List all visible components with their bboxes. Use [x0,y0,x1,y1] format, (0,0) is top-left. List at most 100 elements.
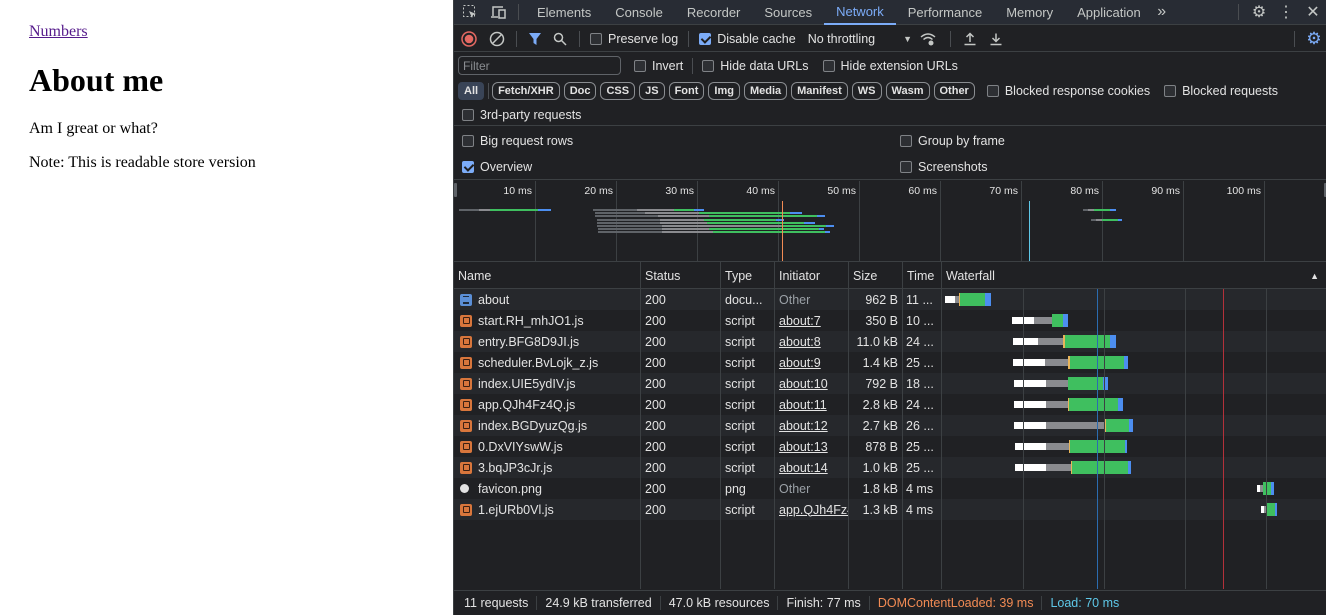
request-name-cell[interactable]: index.BGDyuzQg.js [454,415,640,436]
timeline-overview[interactable]: 10 ms 20 ms 30 ms 40 ms 50 ms 60 ms 70 ms 80 ms… [454,181,1326,262]
waterfall-gridline [1266,289,1268,589]
table-row[interactable]: entry.BFG8D9JI.js 200 script about:8 11.… [454,331,1326,352]
request-name-cell[interactable]: 1.ejURb0Vl.js [454,499,640,520]
type-filter-css[interactable]: CSS [600,82,636,100]
export-har-icon[interactable] [983,32,1009,46]
big-request-rows-checkbox[interactable]: Big request rows [462,134,573,148]
initiator-cell[interactable]: about:10 [775,373,848,394]
search-icon[interactable] [547,32,573,46]
initiator-cell[interactable]: app.QJh4Fz4Q.js [775,499,848,520]
size-cell: 1.0 kB [862,460,898,475]
network-settings-gear-icon[interactable]: ⚙ [1301,29,1326,49]
request-name-cell[interactable]: about [454,289,640,310]
third-party-requests-checkbox[interactable]: 3rd-party requests [462,108,581,122]
checkbox-box [462,161,474,173]
initiator-cell[interactable]: about:13 [775,436,848,457]
device-toolbar-icon[interactable] [486,4,512,20]
table-row[interactable]: 0.DxVIYswW.js 200 script about:13 878 B … [454,436,1326,457]
type-filter-fetch-xhr[interactable]: Fetch/XHR [492,82,560,100]
initiator-cell[interactable]: about:9 [775,352,848,373]
close-devtools-icon[interactable]: ✕ [1299,2,1326,22]
request-name: index.UIE5ydIV.js [478,376,576,391]
request-name-cell[interactable]: scheduler.BvLojk_z.js [454,352,640,373]
column-header-type[interactable]: Type [721,262,775,289]
type-filter-manifest[interactable]: Manifest [791,82,848,100]
clear-icon[interactable] [484,31,510,47]
table-row[interactable]: 3.bqJP3cJr.js 200 script about:14 1.0 kB… [454,457,1326,478]
screenshots-checkbox[interactable]: Screenshots [900,160,987,174]
hide-extension-urls-checkbox[interactable]: Hide extension URLs [822,59,958,73]
column-header-initiator[interactable]: Initiator [775,262,849,289]
column-header-time[interactable]: Time [903,262,942,289]
group-by-frame-checkbox[interactable]: Group by frame [900,134,1005,148]
request-name-cell[interactable]: favicon.png [454,478,640,499]
type-filter-other[interactable]: Other [933,82,975,100]
column-header-size[interactable]: Size [849,262,903,289]
table-row[interactable]: start.RH_mhJO1.js 200 script about:7 350… [454,310,1326,331]
tab-elements[interactable]: Elements [525,0,603,25]
more-tabs-icon[interactable]: » [1153,3,1171,21]
column-header-name[interactable]: Name [454,262,641,289]
disable-cache-checkbox[interactable]: Disable cache [699,32,796,46]
throttling-select[interactable]: No throttling ▼ [808,32,912,46]
table-row[interactable]: 1.ejURb0Vl.js 200 script app.QJh4Fz4Q.js… [454,499,1326,520]
hide-data-urls-checkbox[interactable]: Hide data URLs [702,59,809,73]
import-har-icon[interactable] [957,31,983,46]
network-conditions-icon[interactable] [912,31,944,47]
request-name-cell[interactable]: 0.DxVIYswW.js [454,436,640,457]
initiator-cell[interactable]: about:14 [775,457,848,478]
table-row[interactable]: index.BGDyuzQg.js 200 script about:12 2.… [454,415,1326,436]
overview-bar-segment [598,231,662,234]
table-row[interactable]: scheduler.BvLojk_z.js 200 script about:9… [454,352,1326,373]
initiator-cell[interactable]: about:12 [775,415,848,436]
more-options-icon[interactable]: ⋮ [1273,2,1299,22]
inspect-element-icon[interactable] [454,4,486,20]
preserve-log-checkbox[interactable]: Preserve log [590,32,678,46]
column-header-status[interactable]: Status [641,262,721,289]
overview-tick-label: 80 ms [1070,185,1099,197]
table-row[interactable]: index.UIE5ydIV.js 200 script about:10 79… [454,373,1326,394]
invert-checkbox[interactable]: Invert [634,59,683,73]
type-filter-ws[interactable]: WS [851,82,882,100]
type-filter-media[interactable]: Media [743,82,788,100]
filter-icon[interactable] [523,32,547,46]
request-name-cell[interactable]: app.QJh4Fz4Q.js [454,394,640,415]
request-name-cell[interactable]: index.UIE5ydIV.js [454,373,640,394]
column-header-waterfall[interactable]: Waterfall ▲ [942,262,1326,289]
table-row[interactable]: favicon.png 200 png Other 1.8 kB 4 ms [454,478,1326,499]
initiator-cell[interactable]: about:11 [775,394,848,415]
record-stop-icon[interactable] [454,30,484,47]
blocked-requests-checkbox[interactable]: Blocked requests [1164,84,1278,98]
type-filter-all[interactable]: All [458,82,485,100]
tab-label: Network [836,3,884,19]
blocked-response-cookies-checkbox[interactable]: Blocked response cookies [986,84,1150,98]
overview-left-handle[interactable] [454,183,457,197]
type-filter-img[interactable]: Img [708,82,740,100]
tab-recorder[interactable]: Recorder [675,0,752,25]
filter-input[interactable] [458,56,621,75]
load-marker [1222,289,1224,589]
tab-console[interactable]: Console [603,0,675,25]
numbers-link[interactable]: Numbers [29,22,424,41]
devtools-tabbar: Elements Console Recorder Sources Networ… [454,0,1326,25]
table-row[interactable]: about 200 docu... Other 962 B 11 ... [454,289,1326,310]
tab-network[interactable]: Network [824,0,896,25]
initiator-cell[interactable]: about:7 [775,310,848,331]
type-filter-wasm[interactable]: Wasm [885,82,930,100]
table-row[interactable]: app.QJh4Fz4Q.js 200 script about:11 2.8 … [454,394,1326,415]
request-name-cell[interactable]: 3.bqJP3cJr.js [454,457,640,478]
type-filter-js[interactable]: JS [639,82,665,100]
overview-checkbox[interactable]: Overview [462,160,532,174]
tab-application[interactable]: Application [1065,0,1153,25]
settings-gear-icon[interactable]: ⚙ [1245,2,1273,22]
tab-sources[interactable]: Sources [752,0,824,25]
type-filter-doc[interactable]: Doc [563,82,597,100]
tab-performance[interactable]: Performance [896,0,994,25]
request-name-cell[interactable]: start.RH_mhJO1.js [454,310,640,331]
dom-content-loaded-marker [1097,289,1099,589]
overview-bar-segment [704,218,776,221]
type-filter-font[interactable]: Font [668,82,705,100]
initiator-cell[interactable]: about:8 [775,331,848,352]
request-name-cell[interactable]: entry.BFG8D9JI.js [454,331,640,352]
tab-memory[interactable]: Memory [994,0,1065,25]
